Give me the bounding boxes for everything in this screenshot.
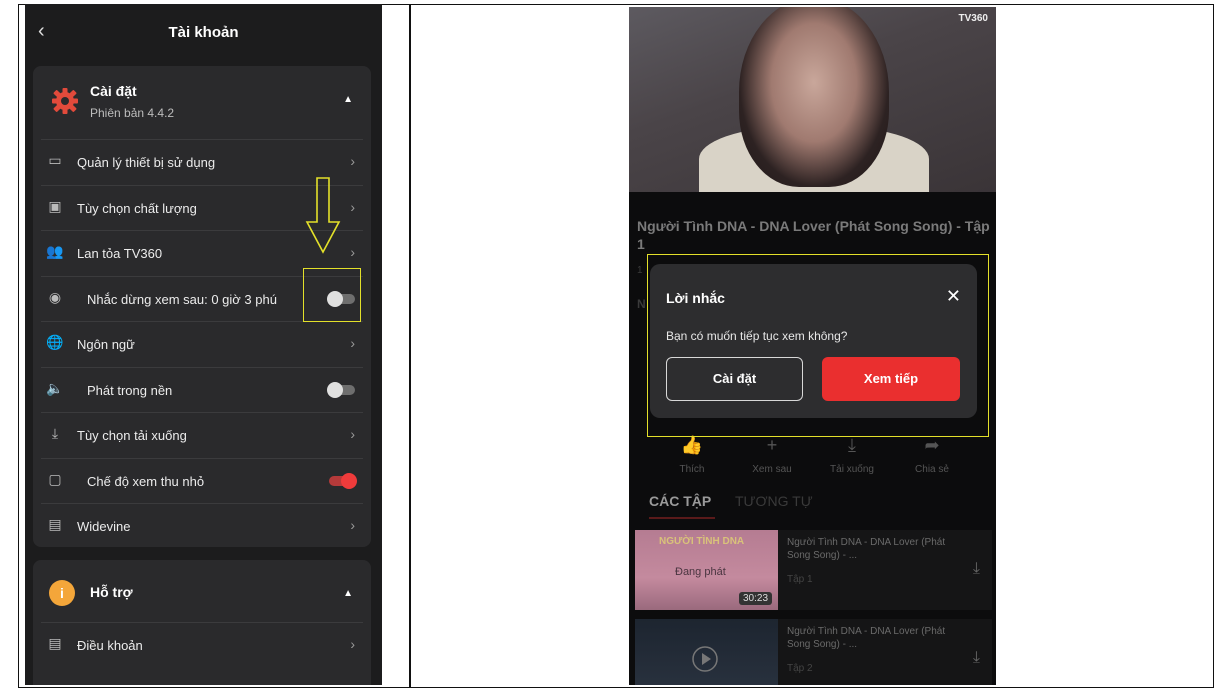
meta-ghost: 1: [637, 265, 643, 276]
like-icon: 👍: [680, 435, 704, 455]
toggle-switch[interactable]: [327, 381, 357, 398]
tab-similar[interactable]: TƯƠNG TỰ: [735, 493, 813, 509]
row-label: Tùy chọn chất lượng: [77, 200, 197, 216]
app-header: ‹ Tài khoản: [25, 4, 382, 62]
action-bar: 👍 Thích + Xem sau ⤓ Tải xuống ➦ Chia sẻ: [629, 435, 996, 485]
download-icon: ⤓: [51, 425, 59, 441]
toggle-highlight-box: [303, 268, 361, 322]
episode-item[interactable]: NGƯỜI TÌNH DNA Đang phát 30:23 Người Tìn…: [635, 530, 992, 610]
row-label: Nhắc dừng xem sau: 0 giờ 3 phú: [87, 291, 277, 307]
down-arrow-annotation-icon: [305, 177, 341, 254]
thumbnail-title: NGƯỜI TÌNH DNA: [659, 536, 745, 547]
settings-row-1[interactable]: ▤ Điều khoản ›: [41, 622, 363, 667]
desc-ghost: N: [637, 297, 646, 311]
settings-row-5[interactable]: 🌐 Ngôn ngữ ›: [41, 321, 363, 366]
episode-item[interactable]: Người Tình DNA - DNA Lover (Phát Song So…: [635, 619, 992, 685]
active-tab-indicator: [649, 517, 715, 519]
row-label: Lan tỏa TV360: [77, 246, 163, 261]
frame-divider: [409, 5, 411, 687]
plus-icon: +: [766, 435, 778, 455]
support-section: i Hỗ trợ ▲ ▤ Điều khoản ›: [33, 560, 371, 685]
chevron-right-icon: ›: [350, 198, 355, 215]
page-title: Tài khoản: [168, 24, 239, 41]
collapse-caret-icon[interactable]: ▲: [343, 94, 353, 105]
pip-icon: ▢: [48, 470, 62, 487]
share-button[interactable]: ➦ Chia sẻ: [897, 435, 967, 475]
row-label: Quản lý thiết bị sử dụng: [77, 155, 216, 170]
support-header[interactable]: i Hỗ trợ ▲: [33, 560, 371, 630]
settings-row-6[interactable]: 🔈 Phát trong nền: [41, 366, 363, 412]
row-label: Widevine: [77, 519, 131, 534]
episode-title: Người Tình DNA - DNA Lover (Phát Song So…: [787, 626, 946, 650]
speaker-icon: 🔈: [46, 379, 64, 396]
device-icon: ▭: [48, 152, 62, 168]
download-button[interactable]: ⤓ Tải xuống: [817, 435, 887, 475]
doc-icon: ▤: [48, 635, 62, 651]
tab-episodes[interactable]: CÁC TẬP: [649, 493, 711, 509]
video-player[interactable]: TV360: [629, 7, 996, 207]
row-label: Tùy chọn tải xuống: [77, 428, 187, 443]
download-icon[interactable]: ⤓: [973, 560, 980, 578]
settings-row-7[interactable]: ⤓ Tùy chọn tải xuống ›: [41, 412, 363, 457]
play-icon: [692, 646, 718, 672]
settings-row-8[interactable]: ▢ Chế độ xem thu nhỏ: [41, 457, 363, 503]
settings-header[interactable]: Cài đặt Phiên bản 4.4.2 ▲: [33, 66, 371, 136]
episode-number: Tập 1: [787, 574, 813, 585]
chevron-right-icon: ›: [350, 517, 355, 533]
globe-icon: 🌐: [46, 334, 64, 350]
share-icon: ➦: [924, 435, 940, 455]
chevron-right-icon: ›: [350, 244, 355, 260]
episode-number: Tập 2: [787, 663, 813, 674]
watch-later-button[interactable]: + Xem sau: [737, 435, 807, 475]
row-label: Phát trong nền: [87, 382, 173, 398]
doc-icon: ▤: [48, 516, 62, 532]
support-title: Hỗ trợ: [90, 584, 133, 600]
episode-thumbnail: NGƯỜI TÌNH DNA Đang phát 30:23: [635, 530, 778, 610]
settings-row-9[interactable]: ▤ Widevine ›: [41, 503, 363, 548]
gear-icon: [52, 88, 78, 114]
tv360-logo: TV360: [958, 13, 988, 24]
toggle-knob: [341, 472, 357, 489]
toggle-knob: [327, 381, 343, 398]
app-version: Phiên bản 4.4.2: [90, 106, 175, 120]
show-title: Người Tình DNA - DNA Lover (Phát Song So…: [637, 218, 990, 252]
row-label: Điều khoản: [77, 638, 143, 653]
chevron-right-icon: ›: [350, 335, 355, 351]
like-label: Thích: [679, 464, 705, 475]
video-frame-face: [739, 7, 889, 187]
quality-icon: ▣: [48, 197, 62, 214]
watch-later-label: Xem sau: [752, 464, 792, 475]
chevron-right-icon: ›: [350, 426, 355, 442]
row-label: Ngôn ngữ: [77, 337, 135, 352]
toggle-switch[interactable]: [327, 472, 357, 489]
chevron-right-icon: ›: [350, 636, 355, 652]
episode-thumbnail: [635, 619, 778, 685]
download-icon[interactable]: ⤓: [973, 649, 980, 667]
download-icon: ⤓: [848, 435, 856, 455]
dialog-highlight-box: [647, 254, 989, 437]
row-label: Chế độ xem thu nhỏ: [87, 473, 205, 489]
now-playing-label: Đang phát: [675, 566, 726, 578]
account-screen: ‹ Tài khoản Cài đặt Phiên bản 4.4.2 ▲ ▭ …: [25, 4, 382, 685]
share-label: Chia sẻ: [915, 464, 949, 475]
settings-title: Cài đặt: [90, 83, 137, 99]
share-people-icon: 👥: [46, 243, 64, 259]
episode-title: Người Tình DNA - DNA Lover (Phát Song So…: [787, 537, 946, 561]
collapse-caret-icon[interactable]: ▲: [343, 588, 353, 599]
chevron-right-icon: ›: [350, 153, 355, 169]
timer-icon: ◉: [48, 288, 62, 305]
duration-badge: 30:23: [739, 592, 773, 605]
like-button[interactable]: 👍 Thích: [657, 435, 727, 475]
info-icon: i: [49, 580, 75, 606]
download-label: Tải xuống: [830, 464, 874, 475]
